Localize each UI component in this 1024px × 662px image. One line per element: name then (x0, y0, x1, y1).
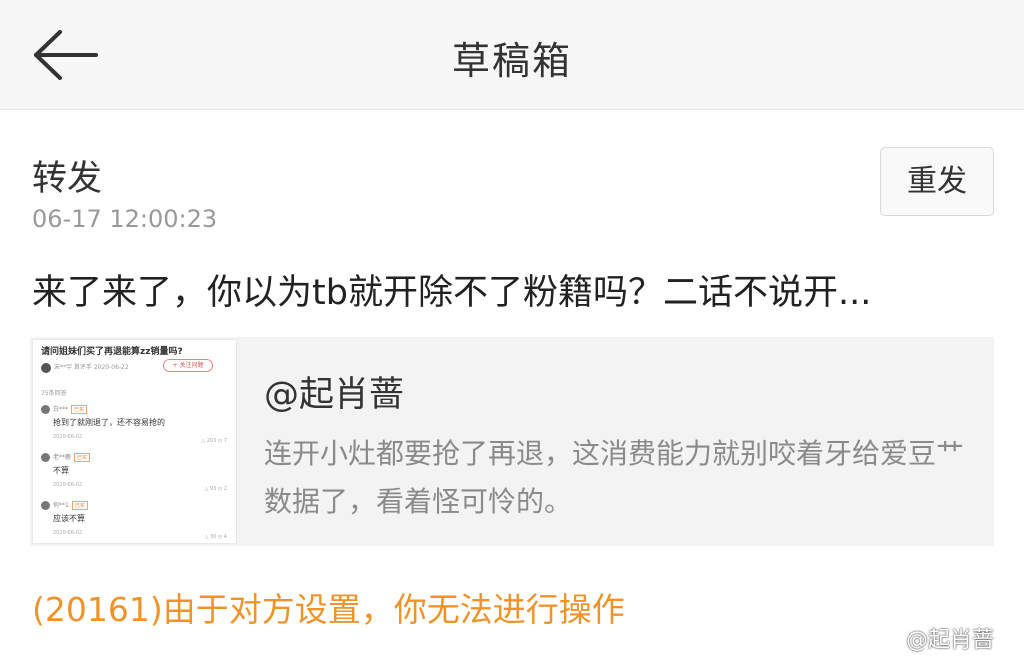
thumbnail-asker-name: 宋**宇 首评手 2020-06-22 (54, 364, 129, 371)
thumbnail-comment: 老**鹿 已买 不算 2020-06-02 △ 93 ◷ 2 (41, 452, 231, 492)
comment-user: 老**鹿 (53, 454, 72, 461)
weibo-logo-icon (876, 631, 902, 651)
error-message: (20161)由于对方设置，你无法进行操作 (32, 590, 625, 629)
page-title: 草稿箱 (451, 39, 572, 83)
comment-tag: 已买 (71, 501, 88, 510)
comment-text: 应该不算 (53, 514, 85, 523)
draft-type-label: 转发 (32, 159, 103, 199)
thumbnail-comment: 白*** 已买 抢到了就刚退了，还不容易抢的 2020-06-02 △ 203 ◷… (41, 404, 231, 444)
quote-author[interactable]: @起肖蔷 (264, 366, 404, 417)
thumbnail-question-title: 请问姐妹们买了再退能算zz销量吗? (41, 347, 183, 357)
avatar (41, 405, 50, 414)
thumbnail-asker: 宋**宇 首评手 2020-06-22 (41, 362, 129, 373)
comment-text: 抢到了就刚退了，还不容易抢的 (53, 418, 165, 427)
comment-stats: △ 93 ◷ 2 (204, 486, 227, 492)
avatar (41, 453, 50, 462)
quote-thumbnail-image: 请问姐妹们买了再退能算zz销量吗? 宋**宇 首评手 2020-06-22 + … (32, 339, 237, 544)
resend-button[interactable]: 重发 (880, 147, 994, 216)
thumbnail-follow-button: + 关注问题 (163, 359, 213, 372)
quote-body-text: 连开小灶都要抢了再退，这消费能力就别咬着牙给爱豆艹数据了，看着怪可怜的。 (264, 437, 965, 518)
draft-timestamp: 06-17 12:00:23 (32, 205, 218, 233)
comment-stats: △ 203 ◷ 7 (201, 438, 227, 444)
comment-tag: 已买 (71, 405, 88, 414)
comment-user: 何**1 (53, 502, 69, 509)
draft-text[interactable]: 来了来了，你以为tb就开除不了粉籍吗？二话不说开... (32, 264, 992, 315)
avatar (41, 362, 51, 373)
avatar (41, 501, 50, 510)
comment-stats: △ 30 ◷ 4 (204, 534, 227, 540)
watermark: @起肖蔷 (876, 622, 994, 654)
comment-text: 不算 (53, 466, 69, 475)
top-bar: 草稿箱 (0, 0, 1024, 110)
thumbnail-comment: 何**1 已买 应该不算 2020-06-02 △ 30 ◷ 4 (41, 500, 231, 540)
watermark-text: @起肖蔷 (906, 628, 995, 653)
comment-user: 白*** (53, 406, 69, 413)
thumbnail-answer-count: 75条回答 (41, 390, 67, 397)
comment-tag: 已买 (74, 453, 91, 462)
